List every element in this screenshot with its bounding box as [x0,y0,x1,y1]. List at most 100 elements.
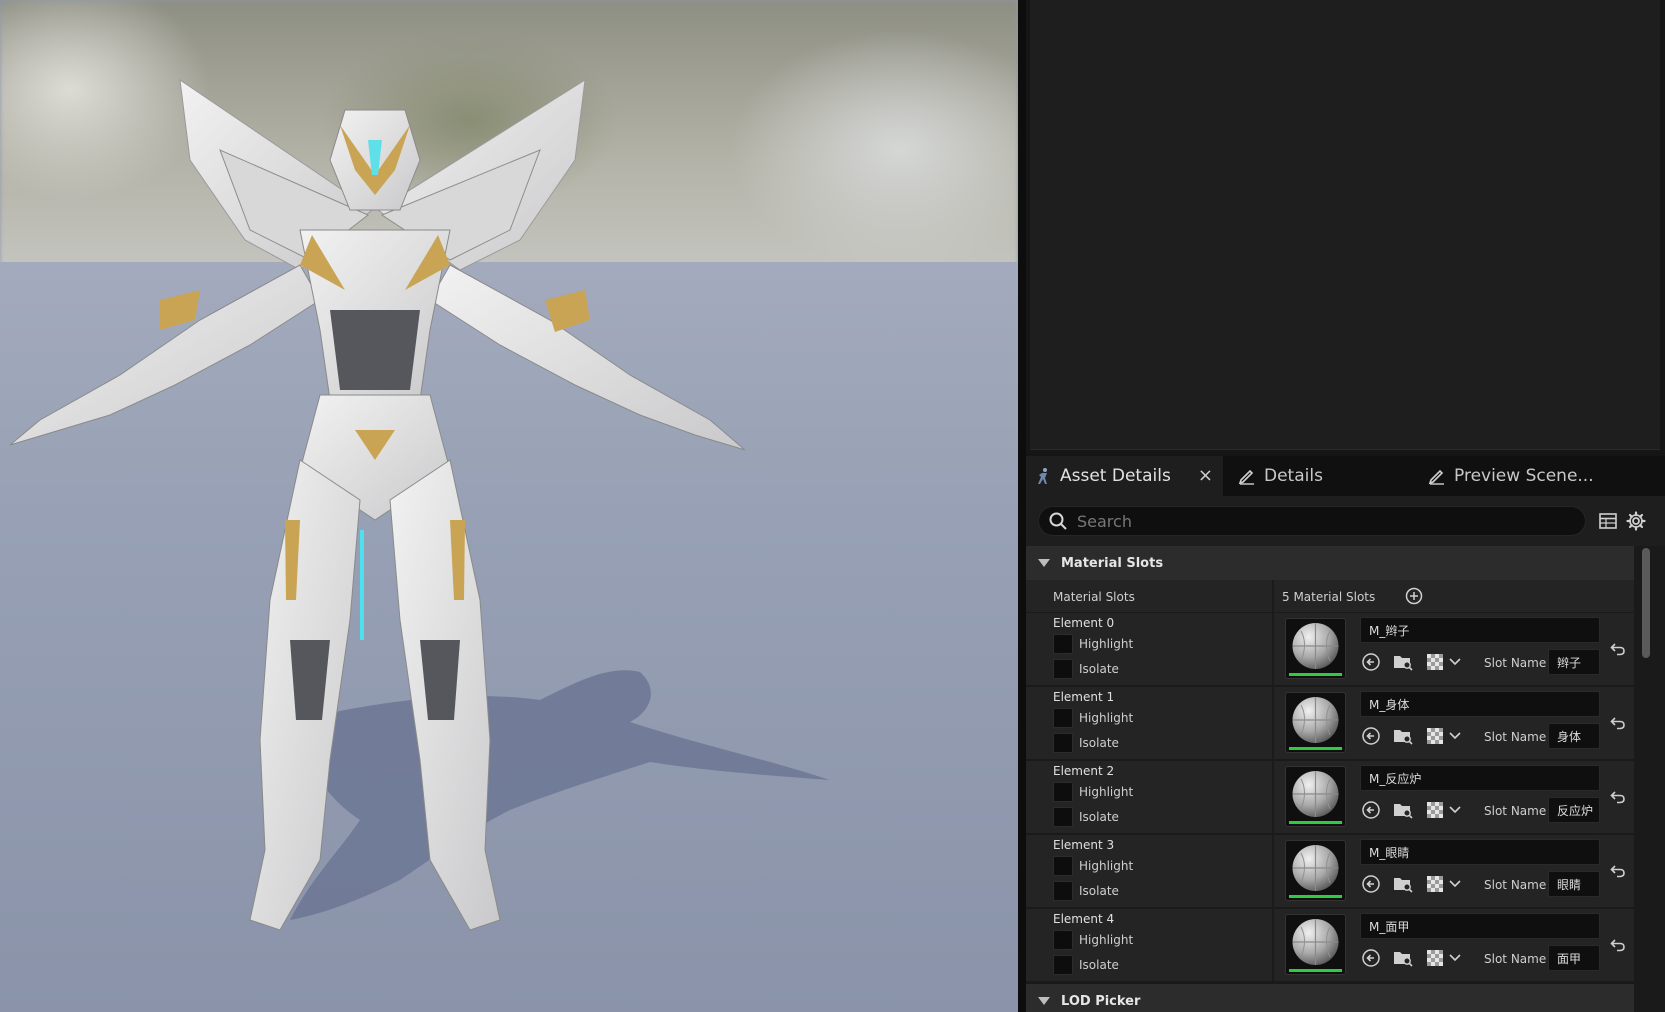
collapse-arrow-icon[interactable] [1038,997,1050,1005]
highlight-checkbox[interactable] [1053,708,1073,728]
gear-icon[interactable] [1625,510,1647,532]
tab-preview-scene[interactable]: Preview Scene... [1420,456,1660,496]
reset-arrow-icon[interactable] [1609,862,1627,880]
folder-search-icon[interactable] [1392,799,1414,821]
table-icon[interactable] [1597,510,1619,532]
element-name: Element 0 [1053,616,1115,630]
isolate-checkbox[interactable] [1053,807,1073,827]
preview-area [1030,0,1660,450]
highlight-checkbox[interactable] [1053,634,1073,654]
section-lod-picker-title: LOD Picker [1061,993,1141,1009]
isolate-checkbox[interactable] [1053,881,1073,901]
material-name-field[interactable]: M_身体 [1360,691,1600,717]
reset-arrow-icon[interactable] [1609,936,1627,954]
plus-circle-icon[interactable] [1403,585,1425,607]
highlight-label: Highlight [1079,933,1134,947]
material-thumbnail[interactable] [1285,766,1346,827]
arrow-left-circle-icon[interactable] [1360,725,1382,747]
material-name-field[interactable]: M_面甲 [1360,913,1600,939]
arrow-left-circle-icon[interactable] [1360,799,1382,821]
isolate-label: Isolate [1079,958,1119,972]
slot-name-field[interactable]: 身体 [1548,723,1600,749]
material-thumbnail[interactable] [1285,692,1346,753]
section-material-slots[interactable]: Material Slots [1026,546,1634,580]
preview-pane [1026,0,1665,452]
folder-search-icon[interactable] [1392,873,1414,895]
highlight-checkbox[interactable] [1053,930,1073,950]
search-box[interactable] [1038,506,1586,536]
pencil-icon [1238,467,1256,485]
details-panel: Asset Details × Details Preview Scene... [1026,456,1665,1012]
folder-search-icon[interactable] [1392,947,1414,969]
material-slots-header-row: Material Slots 5 Material Slots [1026,580,1634,613]
arrow-left-circle-icon[interactable] [1360,873,1382,895]
element-name: Element 1 [1053,690,1115,704]
material-element-row: Element 2 Highlight Isolate M_反应炉 Slot N… [1026,761,1634,834]
tab-preview-scene-label: Preview Scene... [1454,466,1594,486]
folder-search-icon[interactable] [1392,651,1414,673]
checker-icon[interactable] [1424,947,1446,969]
material-element-row: Element 1 Highlight Isolate M_身体 Slot Na… [1026,687,1634,760]
slot-name-label: Slot Name [1484,952,1547,966]
chevron-down-icon[interactable] [1444,947,1466,969]
element-name: Element 3 [1053,838,1115,852]
checker-icon[interactable] [1424,651,1446,673]
material-thumbnail-bar [1289,747,1342,750]
material-slots-label: Material Slots [1053,590,1135,604]
reset-arrow-icon[interactable] [1609,788,1627,806]
mannequin-icon [1034,467,1052,485]
slot-name-field[interactable]: 眼睛 [1548,871,1600,897]
isolate-label: Isolate [1079,810,1119,824]
highlight-checkbox[interactable] [1053,856,1073,876]
chevron-down-icon[interactable] [1444,873,1466,895]
isolate-checkbox[interactable] [1053,955,1073,975]
isolate-label: Isolate [1079,662,1119,676]
reset-arrow-icon[interactable] [1609,640,1627,658]
tab-details-label: Details [1264,466,1323,486]
folder-search-icon[interactable] [1392,725,1414,747]
material-thumbnail-bar [1289,673,1342,676]
material-thumbnail[interactable] [1285,618,1346,679]
material-name-field[interactable]: M_反应炉 [1360,765,1600,791]
editor-window: Asset Details × Details Preview Scene... [0,0,1665,1012]
checker-icon[interactable] [1424,873,1446,895]
material-thumbnail-bar [1289,969,1342,972]
slot-name-label: Slot Name [1484,730,1547,744]
element-name: Element 2 [1053,764,1115,778]
material-thumbnail[interactable] [1285,840,1346,901]
checker-icon[interactable] [1424,799,1446,821]
search-input[interactable] [1077,511,1547,531]
scrollbar-thumb[interactable] [1642,548,1650,658]
viewport[interactable] [0,0,1018,1012]
slot-name-label: Slot Name [1484,656,1547,670]
slot-name-field[interactable]: 面甲 [1548,945,1600,971]
collapse-arrow-icon[interactable] [1038,559,1050,567]
material-name-field[interactable]: M_眼睛 [1360,839,1600,865]
slot-name-field[interactable]: 辫子 [1548,649,1600,675]
material-name-field[interactable]: M_辫子 [1360,617,1600,643]
reset-arrow-icon[interactable] [1609,714,1627,732]
tab-asset-details[interactable]: Asset Details × [1026,456,1223,496]
highlight-label: Highlight [1079,785,1134,799]
isolate-checkbox[interactable] [1053,733,1073,753]
section-material-slots-title: Material Slots [1061,555,1164,571]
isolate-checkbox[interactable] [1053,659,1073,679]
chevron-down-icon[interactable] [1444,799,1466,821]
close-icon[interactable]: × [1198,465,1213,486]
panel-splitter[interactable] [1018,0,1026,1012]
slot-name-label: Slot Name [1484,804,1547,818]
material-element-row: Element 4 Highlight Isolate M_面甲 Slot Na… [1026,909,1634,982]
section-lod-picker[interactable]: LOD Picker [1026,984,1634,1012]
chevron-down-icon[interactable] [1444,725,1466,747]
highlight-label: Highlight [1079,637,1134,651]
arrow-left-circle-icon[interactable] [1360,651,1382,673]
slot-name-field[interactable]: 反应炉 [1548,797,1600,823]
checker-icon[interactable] [1424,725,1446,747]
chevron-down-icon[interactable] [1444,651,1466,673]
material-element-row: Element 0 Highlight Isolate M_辫子 Slot Na… [1026,613,1634,686]
material-thumbnail[interactable] [1285,914,1346,975]
tab-details[interactable]: Details [1230,456,1410,496]
highlight-checkbox[interactable] [1053,782,1073,802]
arrow-left-circle-icon[interactable] [1360,947,1382,969]
isolate-label: Isolate [1079,884,1119,898]
